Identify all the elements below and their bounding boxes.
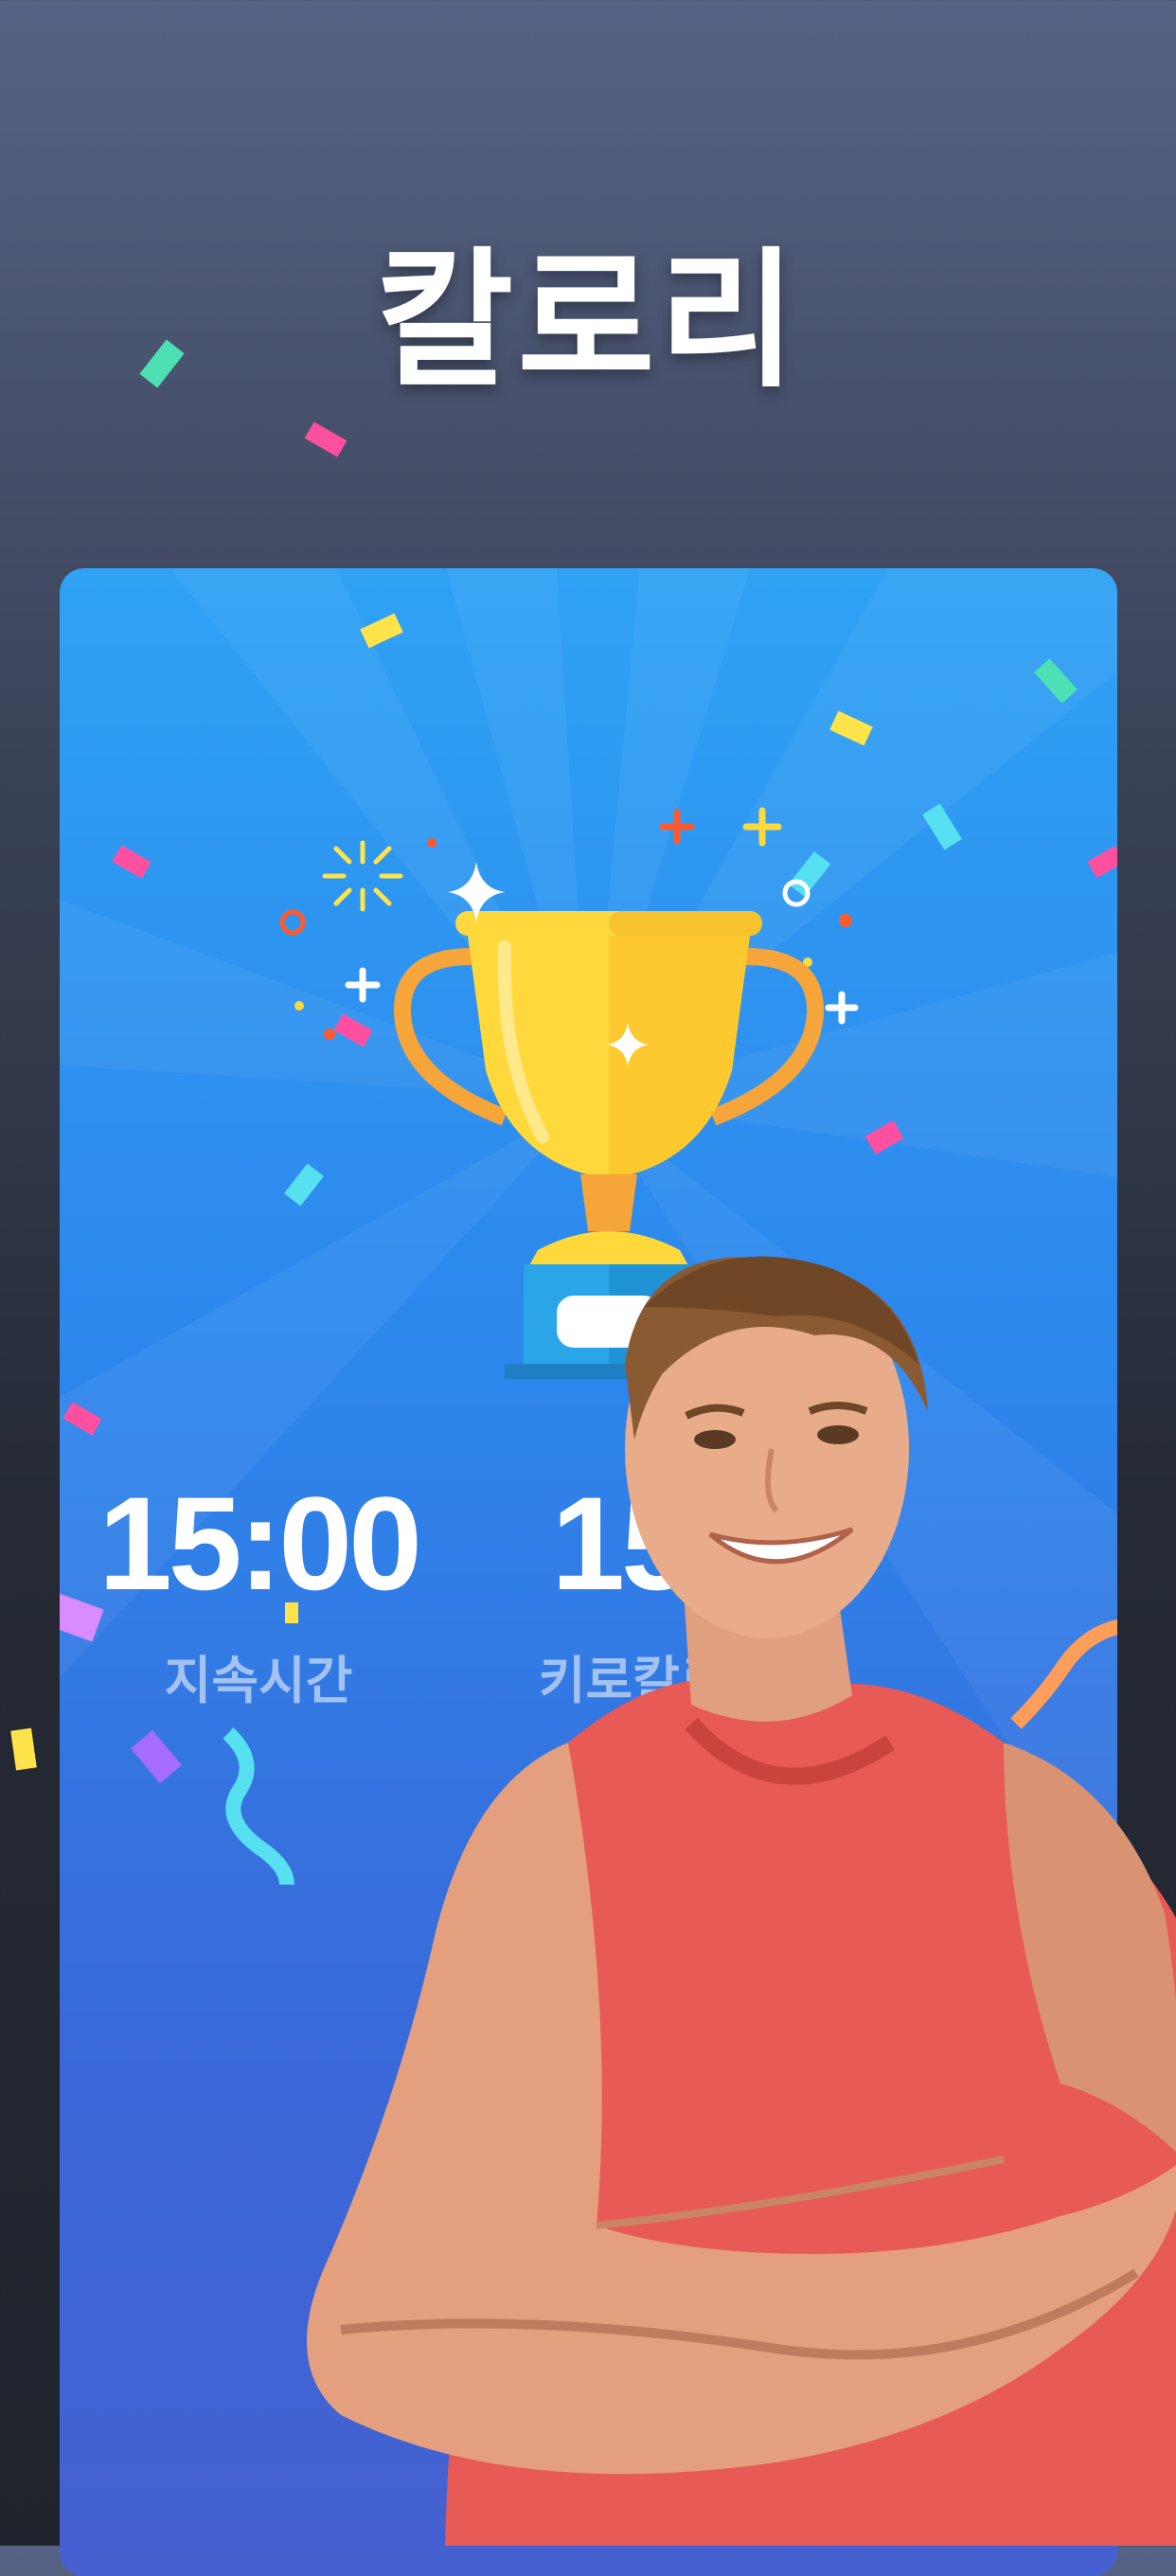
fitness-model-photo bbox=[307, 1256, 1176, 2546]
